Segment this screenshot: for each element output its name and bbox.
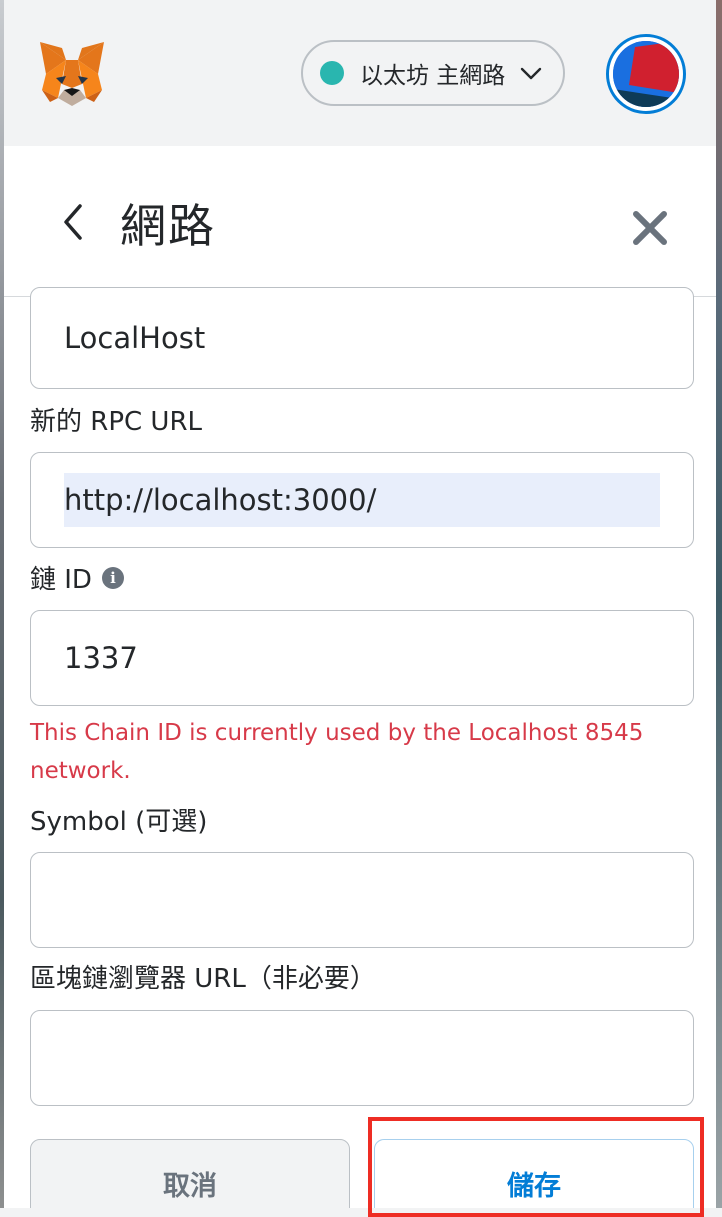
metamask-fox-logo-icon[interactable] [36,40,108,108]
chain-id-input[interactable]: 1337 [30,610,694,706]
network-name-input[interactable]: LocalHost [30,287,694,389]
chain-id-error-message: This Chain ID is currently used by the L… [30,720,644,784]
rpc-url-input[interactable]: http://localhost:3000/ [30,452,694,548]
symbol-label: Symbol (可選) [30,807,208,837]
page-title: 網路 [120,199,216,253]
metamask-popup: 以太坊 主網路 網路 LocalHost 新的 RPC URL http://l… [4,0,716,1208]
network-label: 以太坊 主網路 [360,63,506,89]
chevron-down-icon [521,67,542,80]
network-name-value: LocalHost [64,321,206,355]
chain-id-label: 鏈 ID i [30,559,124,596]
back-arrow-icon[interactable] [58,202,88,242]
info-icon[interactable]: i [101,566,124,589]
desktop-backdrop-right [716,0,722,1208]
rpc-url-value: http://localhost:3000/ [64,473,660,527]
network-status-dot [320,61,344,85]
chain-id-value: 1337 [64,641,138,675]
network-form: LocalHost 新的 RPC URL http://localhost:30… [4,287,716,1208]
rpc-url-label: 新的 RPC URL [30,407,203,437]
network-selector-button[interactable]: 以太坊 主網路 [301,40,565,106]
account-avatar-button[interactable] [606,34,686,114]
close-icon[interactable] [630,208,670,248]
block-explorer-label: 區塊鏈瀏覽器 URL（非必要） [30,964,376,994]
app-header: 以太坊 主網路 [4,0,716,146]
chain-id-label-text: 鏈 ID [30,565,92,595]
account-avatar-identicon [613,41,679,107]
symbol-input[interactable] [30,852,694,948]
block-explorer-input[interactable] [30,1010,694,1106]
cancel-button[interactable]: 取消 [30,1139,350,1208]
save-button[interactable]: 儲存 [374,1139,694,1208]
page-header: 網路 [4,146,716,297]
